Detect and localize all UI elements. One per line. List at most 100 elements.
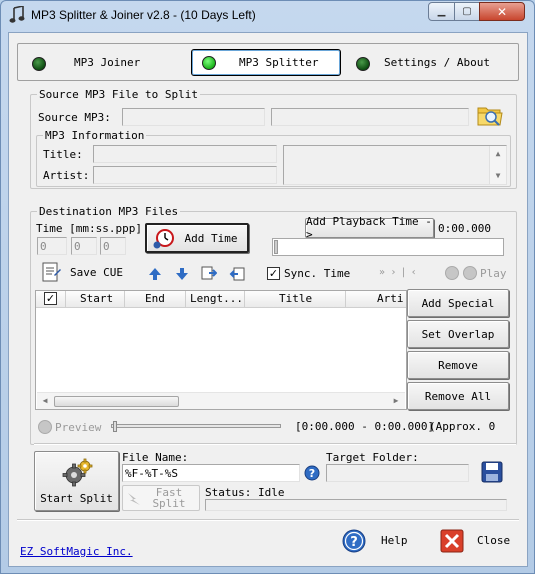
import-icon[interactable] — [201, 265, 217, 281]
time-ms-field[interactable]: 0 — [100, 237, 126, 255]
clock-icon — [153, 229, 174, 249]
tab-mp3-joiner[interactable]: MP3 Joiner — [22, 51, 172, 76]
target-folder-field[interactable] — [326, 464, 469, 482]
scroll-thumb[interactable] — [54, 396, 179, 407]
preview-slider[interactable] — [111, 421, 281, 433]
select-all-checkbox[interactable]: ✓ — [44, 292, 57, 305]
scroll-right-icon[interactable]: ▶ — [392, 397, 400, 405]
fast-split-button[interactable]: Fast Split — [122, 485, 200, 511]
playback-position-slider[interactable] — [272, 238, 504, 256]
preview-slider-track — [111, 424, 281, 428]
preview-slider-thumb[interactable] — [113, 421, 117, 432]
time-minutes-field[interactable]: 0 — [37, 237, 67, 255]
scroll-down-icon[interactable]: ▼ — [494, 172, 502, 180]
tab-mp3-splitter[interactable]: MP3 Splitter — [191, 49, 341, 76]
time-seconds-field[interactable]: 0 — [71, 237, 97, 255]
footer-divider — [17, 519, 519, 521]
save-cue-icon[interactable] — [40, 261, 62, 283]
table-horizontal-scrollbar[interactable]: ◀ ▶ — [37, 392, 405, 409]
maximize-button[interactable]: ▢ — [454, 2, 480, 21]
source-path-field[interactable] — [271, 108, 469, 126]
lightning-icon — [128, 493, 140, 505]
window-title: MP3 Splitter & Joiner v2.8 - (10 Days Le… — [31, 8, 256, 22]
maximize-icon: ▢ — [462, 6, 472, 17]
source-mp3-field[interactable] — [122, 108, 265, 126]
set-overlap-label: Set Overlap — [421, 327, 495, 341]
remove-all-button[interactable]: Remove All — [407, 382, 509, 410]
column-artist[interactable]: Arti — [346, 291, 406, 308]
title-bar[interactable]: MP3 Splitter & Joiner v2.8 - (10 Days Le… — [1, 1, 534, 31]
save-floppy-icon[interactable] — [481, 461, 503, 483]
start-split-button[interactable]: Start Split — [34, 451, 119, 511]
close-window-button[interactable]: ✕ — [479, 2, 525, 21]
minimize-icon: ▁ — [437, 6, 446, 17]
remove-button[interactable]: Remove — [407, 351, 509, 379]
info-textarea[interactable]: ▲ ▼ — [283, 145, 507, 185]
add-time-button[interactable]: Add Time — [145, 223, 249, 253]
move-down-icon[interactable] — [174, 266, 190, 282]
progress-bar — [205, 499, 507, 511]
fast-backward-icon[interactable]: » — [379, 267, 385, 278]
scroll-up-icon[interactable]: ▲ — [494, 150, 502, 158]
add-special-button[interactable]: Add Special — [407, 289, 509, 317]
column-title[interactable]: Title — [245, 291, 346, 308]
title-field[interactable] — [93, 145, 277, 163]
remove-all-label: Remove All — [424, 389, 492, 403]
export-icon[interactable] — [229, 266, 245, 282]
add-playback-time-button[interactable]: Add Playback Time -> — [305, 215, 434, 241]
company-link[interactable]: EZ SoftMagic Inc. — [20, 545, 133, 558]
help-label[interactable]: Help — [381, 534, 408, 547]
svg-text:?: ? — [350, 535, 358, 550]
help-icon[interactable]: ? — [342, 529, 366, 553]
led-indicator-icon — [356, 56, 370, 71]
tab-settings-about[interactable]: Settings / About — [346, 51, 516, 76]
stop-icon[interactable] — [445, 266, 459, 280]
close-icon: ✕ — [496, 4, 508, 19]
music-note-icon — [9, 6, 25, 23]
destination-group-title: Destination MP3 Files — [37, 205, 181, 218]
tab-label: MP3 Joiner — [74, 56, 141, 69]
status-text: Status: Idle — [205, 486, 285, 499]
select-all-header[interactable]: ✓ — [36, 291, 66, 308]
time-format-label: Time [mm:ss.ppp] — [36, 222, 142, 235]
led-indicator-icon — [32, 56, 46, 71]
close-label[interactable]: Close — [477, 534, 510, 547]
help-small-icon[interactable]: ? — [304, 465, 320, 481]
separator-icon: | — [401, 267, 406, 278]
play-indicator-icon[interactable] — [463, 266, 477, 280]
scroll-left-icon[interactable]: ◀ — [41, 397, 49, 405]
step-back-icon[interactable]: ‹ — [412, 267, 416, 278]
playback-controls: » › | ‹ — [379, 267, 416, 278]
play-label[interactable]: Play — [480, 267, 507, 280]
preview-label[interactable]: Preview — [55, 421, 101, 434]
source-group-title: Source MP3 File to Split — [37, 88, 200, 101]
approx-text: (Approx. 0 — [429, 420, 496, 433]
led-indicator-icon — [202, 55, 216, 70]
add-time-label: Add Time — [184, 231, 238, 245]
mp3-info-group-title: MP3 Information — [43, 129, 147, 142]
info-scrollbar[interactable]: ▲ ▼ — [489, 146, 506, 184]
column-start[interactable]: Start — [66, 291, 125, 308]
playback-time-value: 0:00.000 — [438, 222, 491, 235]
move-up-icon[interactable] — [147, 266, 163, 282]
open-folder-icon[interactable] — [477, 103, 503, 127]
file-name-field[interactable]: %F-%T-%S — [122, 464, 300, 482]
set-overlap-button[interactable]: Set Overlap — [407, 320, 509, 348]
artist-field[interactable] — [93, 166, 277, 184]
mp3-info-group: MP3 Information Title: Artist: ▲ ▼ — [36, 129, 511, 187]
tab-label: Settings / About — [384, 56, 490, 69]
split-points-table[interactable]: ✓ Start End Lengt... Title Arti ◀ ▶ — [35, 290, 407, 410]
sync-time-checkbox[interactable]: ✓ — [267, 267, 280, 280]
slider-thumb[interactable] — [274, 240, 278, 254]
close-app-icon[interactable] — [440, 529, 464, 553]
source-mp3-label: Source MP3: — [38, 111, 111, 124]
column-length[interactable]: Lengt... — [186, 291, 245, 308]
step-forward-icon[interactable]: › — [391, 267, 395, 278]
minimize-button[interactable]: ▁ — [428, 2, 455, 21]
column-end[interactable]: End — [125, 291, 186, 308]
app-window: MP3 Splitter & Joiner v2.8 - (10 Days Le… — [0, 0, 535, 574]
preview-icon[interactable] — [38, 420, 52, 434]
fast-split-label-2: Split — [152, 497, 186, 510]
mode-tabs: MP3 Joiner MP3 Splitter Settings / About — [17, 43, 519, 81]
save-cue-label[interactable]: Save CUE — [70, 266, 123, 279]
